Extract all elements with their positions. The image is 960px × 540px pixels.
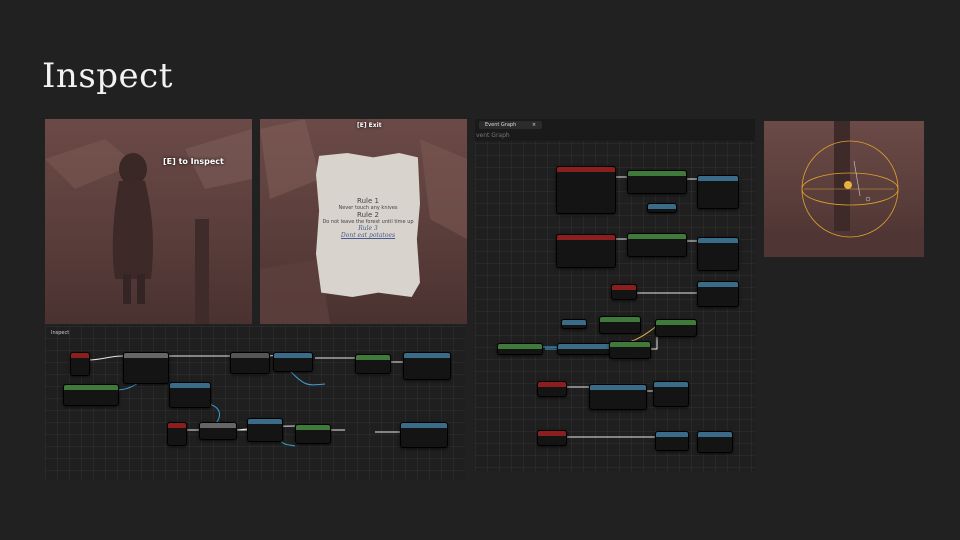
variable-get-node[interactable]	[63, 384, 119, 406]
function-node-a[interactable]	[627, 170, 687, 194]
function-node-1[interactable]	[169, 382, 211, 408]
function-node-g[interactable]	[557, 343, 611, 355]
function-node-e[interactable]	[697, 281, 739, 307]
custom-event-node-2[interactable]	[556, 234, 616, 268]
function-node-c[interactable]	[627, 233, 687, 257]
variable-node-b[interactable]	[561, 319, 587, 329]
cast-node[interactable]	[199, 422, 237, 440]
slide-title: Inspect	[42, 56, 173, 96]
editor-viewport	[764, 121, 924, 257]
function-node-j[interactable]	[653, 381, 689, 407]
function-node-2[interactable]	[273, 352, 313, 372]
event-node-a[interactable]	[611, 284, 637, 300]
function-node-5[interactable]	[400, 422, 448, 448]
exit-prompt: [E] Exit	[357, 122, 382, 129]
function-node-i[interactable]	[589, 384, 647, 410]
rules-note: Rule 1 Never touch any knives Rule 2 Do …	[316, 153, 420, 297]
function-node-d[interactable]	[697, 237, 739, 271]
set-node-1[interactable]	[355, 354, 391, 374]
inspect-prompt: [E] to Inspect	[163, 157, 224, 166]
function-node-f[interactable]	[655, 319, 697, 337]
branch-node-a[interactable]	[599, 316, 641, 334]
event-node[interactable]	[70, 352, 90, 376]
event-node-b[interactable]	[537, 381, 567, 397]
variable-node-a[interactable]	[647, 203, 677, 213]
branch-node-1[interactable]	[230, 352, 270, 374]
function-node-h[interactable]	[609, 341, 651, 359]
function-node-4[interactable]	[247, 418, 283, 442]
set-node-2[interactable]	[295, 424, 331, 444]
game-screenshot-note: [E] Exit Rule 1 Never touch any knives R…	[260, 119, 467, 324]
function-node-k[interactable]	[655, 431, 689, 451]
inspect-blueprint-graph: Inspect	[45, 326, 465, 480]
game-screenshot-inspect: [E] to Inspect	[45, 119, 252, 324]
rule1-title: Rule 1	[357, 197, 379, 205]
custom-event-node-1[interactable]	[556, 166, 616, 214]
get-node-a[interactable]	[497, 343, 543, 355]
event-node-c[interactable]	[537, 430, 567, 446]
event-graph-panel: Event Graph × vent Graph	[475, 119, 755, 471]
function-node-3[interactable]	[403, 352, 451, 380]
rule2-title: Rule 2	[357, 211, 379, 219]
function-node-l[interactable]	[697, 431, 733, 453]
function-node-b[interactable]	[697, 175, 739, 209]
rule3-text: Dont eat potatoes	[340, 232, 396, 239]
rule3-title: Rule 3	[358, 225, 378, 232]
sequence-node[interactable]	[123, 352, 169, 384]
event-node-2[interactable]	[167, 422, 187, 446]
transform-gizmo	[764, 121, 924, 257]
